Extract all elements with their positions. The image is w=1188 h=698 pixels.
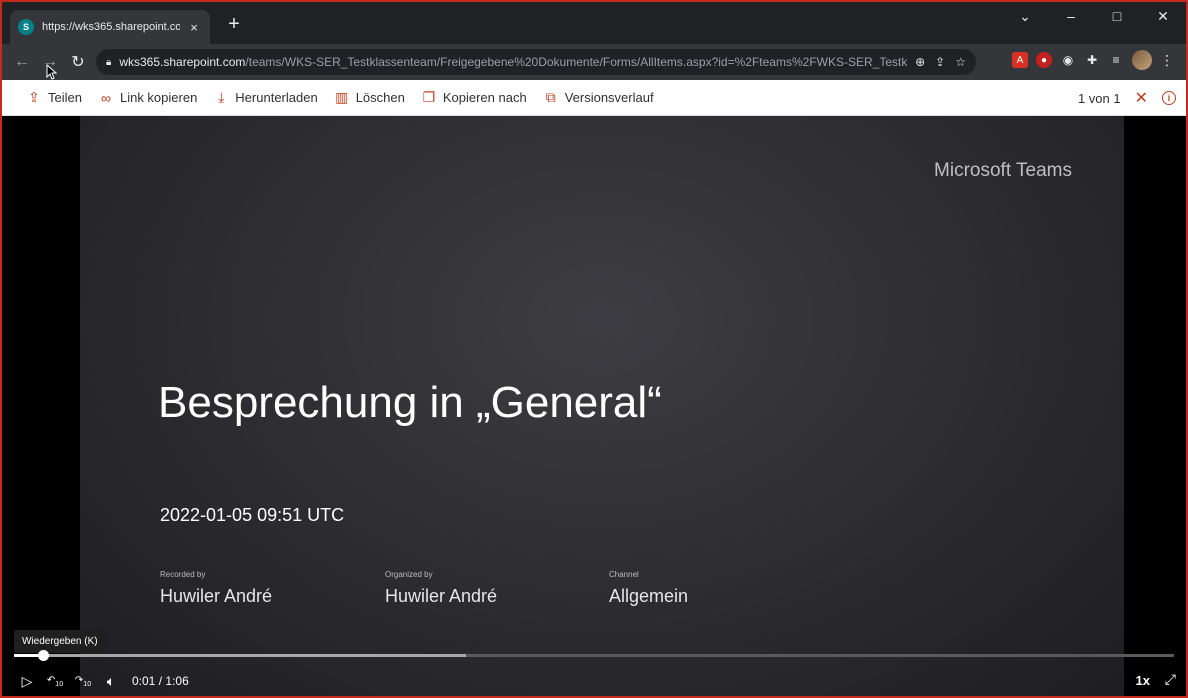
- new-tab-button[interactable]: +: [222, 14, 246, 34]
- sharepoint-favicon-icon: S: [18, 19, 34, 35]
- delete-button[interactable]: ▥ Löschen: [334, 89, 405, 106]
- skip-back-label: 10: [55, 680, 64, 688]
- eye-extension-icon[interactable]: ◉: [1060, 52, 1076, 68]
- video-frame: Microsoft Teams Besprechung in „General“…: [80, 116, 1124, 696]
- info-icon[interactable]: i: [1162, 91, 1176, 105]
- share-label: Teilen: [48, 90, 82, 105]
- brand-text: Microsoft Teams: [934, 160, 1072, 181]
- trash-icon: ▥: [335, 89, 349, 105]
- back-arrow-icon[interactable]: ←: [8, 48, 36, 76]
- tab-title: https://wks365.sharepoint.com/te: [42, 21, 180, 33]
- url-path: /teams/WKS-SER_Testklassenteam/Freigegeb…: [245, 55, 908, 69]
- channel-block: Channel Allgemein: [609, 570, 688, 607]
- channel-value: Allgemein: [609, 586, 689, 606]
- address-bar[interactable]: 🔒︎ wks365.sharepoint.com/teams/WKS-SER_T…: [96, 49, 976, 75]
- omnibox-actions: ⊕ ⇪ ☆: [915, 55, 966, 69]
- fullscreen-icon[interactable]: ⤢: [1165, 671, 1176, 688]
- profile-avatar[interactable]: [1132, 50, 1152, 70]
- version-history-label: Versionsverlauf: [564, 90, 654, 105]
- pager-text: 1 von 1: [1077, 90, 1121, 106]
- delete-label: Löschen: [355, 90, 405, 105]
- recorded-by-block: Recorded by Huwiler André: [160, 570, 272, 607]
- current-time: 0:01: [132, 674, 156, 688]
- browser-menu-icon[interactable]: ⋮: [1160, 52, 1174, 69]
- seek-bar[interactable]: [14, 650, 1174, 661]
- minimize-button[interactable]: –: [1048, 2, 1094, 30]
- volume-icon[interactable]: 🔈︎: [100, 673, 122, 690]
- copy-to-button[interactable]: ❐ Kopieren nach: [421, 89, 527, 106]
- lock-icon: 🔒︎: [106, 56, 112, 68]
- copy-icon: ❐: [422, 89, 436, 105]
- extensions-puzzle-icon[interactable]: ✚: [1084, 52, 1100, 68]
- copy-link-label: Link kopieren: [119, 90, 198, 105]
- time-separator: /: [158, 674, 163, 688]
- download-label: Herunterladen: [235, 90, 318, 105]
- tab-strip: S https://wks365.sharepoint.com/te × + ⌄…: [2, 2, 1186, 44]
- window-controls: ⌄ – □ ✕: [1002, 2, 1186, 30]
- skip-forward-icon[interactable]: ↷10: [72, 675, 94, 688]
- bookmark-star-icon[interactable]: ☆: [955, 55, 966, 69]
- download-icon: ⤓: [218, 89, 225, 105]
- meeting-datetime: 2022-01-05 09:51 UTC: [160, 505, 345, 525]
- organized-by-block: Organized by Huwiler André: [385, 570, 497, 607]
- recorded-by-label: Recorded by: [160, 570, 206, 579]
- duration: 1:06: [165, 674, 189, 688]
- player-controls: ▷ ↶10 ↷10 🔈︎ 0:01 / 1:06 1x ⤢: [2, 668, 1186, 694]
- playback-speed-button[interactable]: 1x: [1136, 673, 1150, 688]
- tab-search-chevron-icon[interactable]: ⌄: [1002, 2, 1048, 30]
- tab-close-icon[interactable]: ×: [186, 20, 202, 35]
- play-icon[interactable]: ▷: [16, 673, 38, 690]
- skip-forward-label: 10: [83, 680, 92, 688]
- video-player[interactable]: Microsoft Teams Besprechung in „General“…: [2, 116, 1186, 696]
- copy-link-button[interactable]: ∞ Link kopieren: [98, 90, 197, 106]
- close-window-button[interactable]: ✕: [1140, 2, 1186, 30]
- maximize-button[interactable]: □: [1094, 2, 1140, 30]
- buffered-bar: [14, 654, 467, 657]
- adblock-extension-icon[interactable]: ●: [1036, 52, 1052, 68]
- recorded-by-value: Huwiler André: [160, 586, 273, 606]
- browser-tab[interactable]: S https://wks365.sharepoint.com/te ×: [10, 10, 210, 44]
- seek-handle[interactable]: [38, 650, 49, 661]
- close-viewer-icon[interactable]: ✕: [1135, 88, 1148, 108]
- browser-toolbar: ← → ↻ 🔒︎ wks365.sharepoint.com/teams/WKS…: [2, 44, 1186, 80]
- acrobat-extension-icon[interactable]: A: [1012, 52, 1028, 68]
- reload-icon[interactable]: ↻: [64, 48, 92, 76]
- meeting-title: Besprechung in „General“: [158, 378, 662, 427]
- command-bar-right: 1 von 1 ✕ i: [1078, 80, 1176, 116]
- browser-window: S https://wks365.sharepoint.com/te × + ⌄…: [0, 0, 1188, 698]
- mouse-cursor-icon: [46, 64, 58, 80]
- reading-list-icon[interactable]: ≡: [1108, 52, 1124, 68]
- organized-by-label: Organized by: [385, 570, 433, 579]
- share-icon: ⇪: [28, 89, 40, 105]
- history-icon: ⧉: [545, 89, 556, 105]
- share-page-icon[interactable]: ⇪: [935, 55, 945, 69]
- play-tooltip: Wiedergeben (K): [14, 630, 106, 653]
- share-button[interactable]: ⇪ Teilen: [26, 89, 82, 106]
- url-host: wks365.sharepoint.com: [119, 55, 246, 69]
- skip-back-icon[interactable]: ↶10: [44, 675, 66, 688]
- version-history-button[interactable]: ⧉ Versionsverlauf: [543, 89, 654, 106]
- extensions-area: A ● ◉ ✚ ≡ ⋮: [1012, 50, 1174, 70]
- zoom-icon[interactable]: ⊕: [915, 55, 925, 69]
- time-display: 0:01 / 1:06: [132, 674, 189, 688]
- link-icon: ∞: [100, 89, 111, 106]
- download-button[interactable]: ⤓ Herunterladen: [213, 89, 318, 106]
- url-text: wks365.sharepoint.com/teams/WKS-SER_Test…: [119, 55, 907, 69]
- channel-label: Channel: [609, 570, 639, 579]
- copy-to-label: Kopieren nach: [442, 90, 527, 105]
- sharepoint-command-bar: ⇪ Teilen ∞ Link kopieren ⤓ Herunterladen ▥ L…: [2, 80, 1186, 116]
- organized-by-value: Huwiler André: [385, 586, 498, 606]
